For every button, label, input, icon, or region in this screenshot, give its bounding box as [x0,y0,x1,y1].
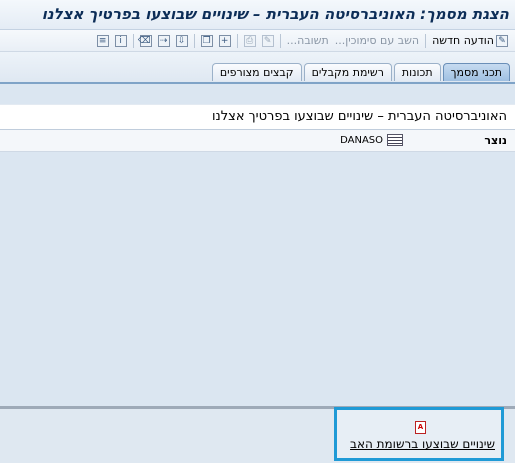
printer-icon: ⎙ [243,34,256,47]
edit-button[interactable]: ✎ [259,32,277,50]
reply-button[interactable]: תשובה... [284,32,332,50]
tab-document-contents[interactable]: תכני מסמך [442,63,510,81]
print-button[interactable]: ⎙ [241,32,259,50]
user-card-icon [387,134,403,146]
move-icon: ⇢ [157,34,170,47]
reply-with-note-button[interactable]: השב עם סימוכין... [332,32,422,50]
toolbar-separator [236,33,238,48]
pdf-icon[interactable]: A [415,421,426,434]
export-icon: ⇩ [175,34,188,47]
forward-icon: + [218,34,231,47]
pencil-icon: ✎ [261,34,274,47]
toolbar-separator [279,33,281,48]
creator-value-wrapper: DANASO [340,134,403,146]
toolbar-separator [193,33,195,48]
toolbar-separator [132,33,134,48]
delete-button[interactable]: ⌫ [137,32,155,50]
reply-with-note-label: השב עם סימוכין... [334,34,420,47]
attachment-link[interactable]: שינויים שבוצעו ברשומת האב [350,437,495,451]
info-icon: i [114,34,127,47]
new-message-label: הודעה חדשה [432,34,494,47]
toolbar: ✎ הודעה חדשה השב עם סימוכין... תשובה... … [0,30,515,52]
list-button[interactable]: ≡ [94,32,112,50]
creator-label: נוצר [484,134,507,147]
tab-attachments[interactable]: קבצים מצורפים [211,63,302,81]
attachment-item[interactable]: A שינויים שבוצעו ברשומת האב [334,407,504,461]
creator-row: נוצר DANASO [0,130,515,152]
new-message-icon: ✎ [496,34,508,47]
window-title: הצגת מסמך: האוניברסיטה העברית – שינויים … [41,5,509,23]
window-title-bar: הצגת מסמך: האוניברסיטה העברית – שינויים … [0,0,515,30]
reply-label: תשובה... [286,34,329,47]
copy-icon: ❐ [200,34,213,47]
forward-button[interactable]: + [216,32,234,50]
move-button[interactable]: ⇢ [155,32,173,50]
document-title: האוניברסיטה העברית – שינויים שבוצעו בפרט… [0,104,515,130]
copy-button[interactable]: ❐ [198,32,216,50]
list-icon: ≡ [96,34,109,47]
tab-properties[interactable]: תכונות [393,63,441,81]
info-button[interactable]: i [112,32,130,50]
tabs-area: תכני מסמך תכונות רשימת מקבלים קבצים מצור… [0,52,515,84]
trash-icon: ⌫ [137,34,152,47]
tab-recipient-list[interactable]: רשימת מקבלים [303,63,392,81]
creator-value: DANASO [340,134,383,146]
toolbar-separator [425,33,427,48]
document-content: האוניברסיטה העברית – שינויים שבוצעו בפרט… [0,104,515,152]
new-message-button[interactable]: ✎ הודעה חדשה [429,32,511,50]
export-button[interactable]: ⇩ [173,32,191,50]
tab-strip: תכני מסמך תכונות רשימת מקבלים קבצים מצור… [210,63,510,81]
